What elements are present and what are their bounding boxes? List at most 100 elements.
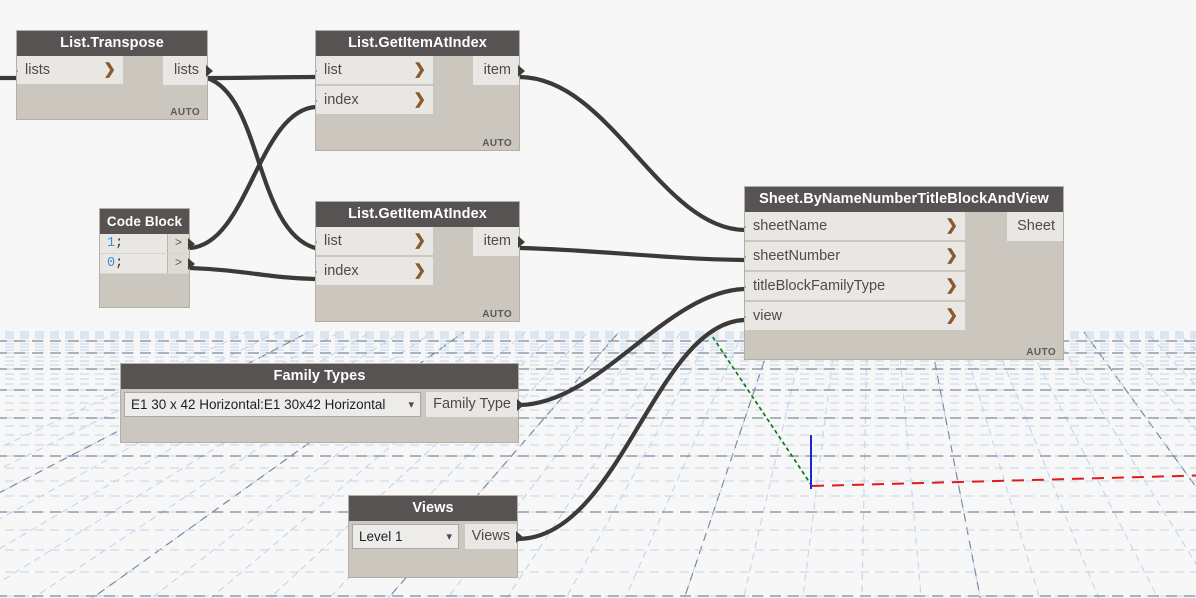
family-type-dropdown-value: E1 30 x 42 Horizontal:E1 30x42 Horizonta… [131,397,385,412]
input-port-list[interactable]: list ❯ [316,56,433,85]
node-body: sheetName ❯ sheetNumber ❯ titleBlockFami… [745,212,1063,360]
port-connector-nub [517,399,524,411]
port-connector-nub [518,65,525,77]
output-port-label: Views [472,528,510,544]
input-port-titleblockfamilytype[interactable]: titleBlockFamilyType ❯ [745,272,965,301]
chevron-right-icon: ❯ [413,56,426,84]
output-port-lists[interactable]: lists [163,56,207,85]
output-port-item[interactable]: item [473,56,519,85]
output-port-item[interactable]: item [473,227,519,256]
output-port-views[interactable]: Views [465,524,517,549]
chevron-right-icon: ❯ [945,272,958,300]
wire-familytype-to-titleblock [519,289,744,405]
dynamo-canvas[interactable]: List.Transpose lists ❯ lists AUTO List.G… [0,0,1196,598]
run-mode-label: AUTO [170,107,200,118]
port-connector-nub [316,95,317,107]
input-port-list[interactable]: list ❯ [316,227,433,256]
node-body: list ❯ index ❯ item AUTO [316,56,519,151]
port-connector-nub [745,311,746,323]
node-title: List.GetItemAtIndex [316,202,519,227]
wire-bottom-item-to-sheetnumber [520,248,744,260]
port-connector-nub [518,236,525,248]
node-list-getitematindex-bottom[interactable]: List.GetItemAtIndex list ❯ index ❯ item … [315,201,520,322]
chevron-right-icon: ❯ [945,212,958,240]
input-port-label: index [324,263,359,279]
node-list-getitematindex-top[interactable]: List.GetItemAtIndex list ❯ index ❯ item … [315,30,520,151]
wire-top-item-to-sheetname [520,77,744,230]
output-port-sheet[interactable]: Sheet [1007,212,1063,241]
output-port-1[interactable]: > [167,254,189,273]
input-port-label: list [324,233,342,249]
port-connector-nub [188,238,195,250]
node-title: Code Block [100,209,189,234]
code-block-line-1[interactable]: 1; > [100,234,189,254]
views-dropdown-value: Level 1 [359,529,403,544]
input-port-label: list [324,62,342,78]
port-connector-nub [316,266,317,278]
input-port-label: sheetName [753,218,827,234]
node-body: lists ❯ lists AUTO [17,56,207,120]
node-family-types[interactable]: Family Types E1 30 x 42 Horizontal:E1 30… [120,363,519,443]
chevron-down-icon[interactable]: ▾ [408,393,414,417]
port-connector-nub [316,65,317,77]
input-port-sheetname[interactable]: sheetName ❯ [745,212,965,241]
input-port-view[interactable]: view ❯ [745,302,965,331]
node-list-transpose[interactable]: List.Transpose lists ❯ lists AUTO [16,30,208,120]
input-port-label: lists [25,62,50,78]
input-port-label: index [324,92,359,108]
input-port-index[interactable]: index ❯ [316,86,433,115]
input-port-lists[interactable]: lists ❯ [17,56,123,85]
port-connector-nub [745,281,746,293]
wire-codeblock-0-to-bottom-index [190,268,315,279]
input-port-label: view [753,308,782,324]
node-title: List.GetItemAtIndex [316,31,519,56]
wire-transpose-to-top-list [207,77,315,78]
code-block-terminator: ; [115,236,123,251]
run-mode-label: AUTO [482,138,512,149]
chevron-right-icon: ❯ [945,242,958,270]
chevron-right-icon: ❯ [413,227,426,255]
node-title: Sheet.ByNameNumberTitleBlockAndView [745,187,1063,212]
run-mode-label: AUTO [482,309,512,320]
chevron-right-icon: ❯ [413,86,426,114]
port-connector-nub [516,531,523,543]
views-dropdown[interactable]: Level 1 ▾ [352,524,459,549]
output-port-family-type[interactable]: Family Type [426,392,518,417]
node-sheet-by-name-number-titleblock-and-view[interactable]: Sheet.ByNameNumberTitleBlockAndView shee… [744,186,1064,360]
node-title: Views [349,496,517,521]
port-connector-nub [745,251,746,263]
output-port-label: Sheet [1017,218,1055,234]
node-body: Level 1 ▾ Views [349,521,517,578]
chevron-down-icon[interactable]: ▾ [446,525,452,549]
port-connector-nub [745,221,746,233]
output-port-0[interactable]: > [167,234,189,253]
axis-x-line [812,470,1196,486]
port-connector-nub [188,258,195,270]
node-body: 1; > 0; > [100,234,189,308]
input-port-label: sheetNumber [753,248,840,264]
code-block-terminator: ; [115,256,123,271]
output-port-label: lists [174,62,199,78]
wire-transpose-to-bottom-list [207,78,315,248]
output-port-label: item [484,62,511,78]
output-port-label: Family Type [433,396,511,412]
code-block-line-2[interactable]: 0; > [100,254,189,274]
input-port-sheetnumber[interactable]: sheetNumber ❯ [745,242,965,271]
node-views[interactable]: Views Level 1 ▾ Views [348,495,518,578]
family-type-dropdown[interactable]: E1 30 x 42 Horizontal:E1 30x42 Horizonta… [124,392,421,417]
node-code-block[interactable]: Code Block 1; > 0; > [99,208,190,308]
node-title: List.Transpose [17,31,207,56]
input-port-index[interactable]: index ❯ [316,257,433,286]
port-connector-nub [17,65,18,77]
node-body: list ❯ index ❯ item AUTO [316,227,519,322]
chevron-right-icon: ❯ [103,56,116,84]
code-block-value: 0 [107,256,115,271]
port-connector-nub [316,236,317,248]
port-connector-nub [206,65,213,77]
output-port-label: item [484,233,511,249]
node-body: E1 30 x 42 Horizontal:E1 30x42 Horizonta… [121,389,518,443]
chevron-right-icon: ❯ [945,302,958,330]
wire-views-to-view [518,320,744,539]
wire-codeblock-1-to-top-index [190,107,315,248]
node-title: Family Types [121,364,518,389]
